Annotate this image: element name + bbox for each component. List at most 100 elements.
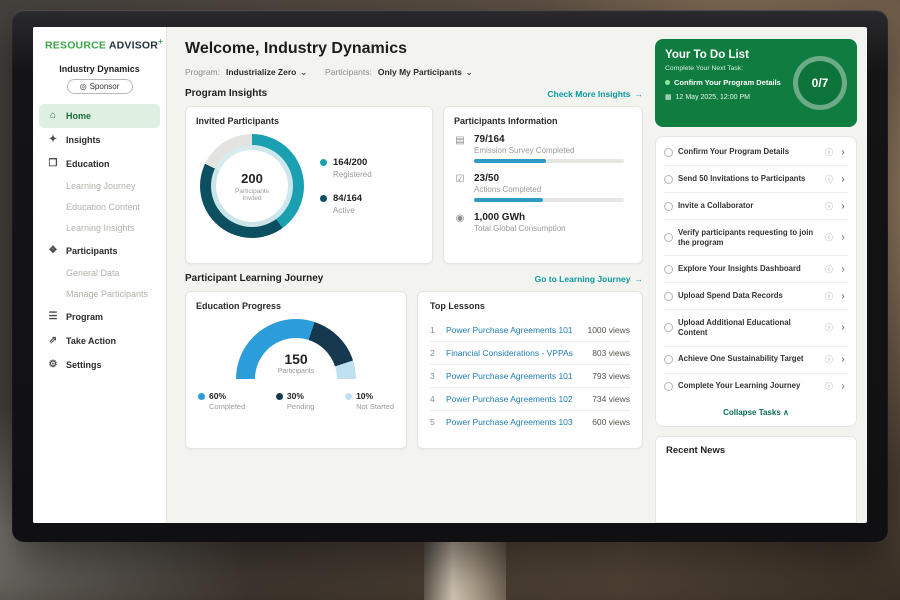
completed-dot-icon — [198, 393, 205, 400]
chevron-right-icon[interactable]: › — [838, 201, 848, 212]
chevron-right-icon[interactable]: › — [838, 354, 848, 365]
recent-news-card: Recent News — [655, 436, 857, 524]
info-icon: ⓘ — [825, 147, 833, 158]
actions-progress-bar — [474, 198, 624, 202]
legend-pending: 30%Pending — [276, 391, 315, 411]
task-checkbox[interactable] — [664, 265, 673, 274]
card-title: Top Lessons — [430, 301, 630, 311]
org-name: Industry Dynamics — [33, 64, 166, 74]
registered-dot-icon — [320, 159, 327, 166]
sponsor-badge-label: Sponsor — [90, 82, 120, 91]
lesson-link[interactable]: Power Purchase Agreements 103 — [446, 417, 584, 427]
legend-completed: 60%Completed — [198, 391, 245, 411]
card-title: Invited Participants — [196, 116, 422, 126]
go-to-learning-journey-link[interactable]: Go to Learning Journey→ — [535, 274, 643, 284]
participants-select[interactable]: Only My Participants⌄ — [378, 67, 473, 77]
info-icon: ⓘ — [825, 354, 833, 365]
sidebar-item-participants[interactable]: ❖Participants — [33, 239, 166, 263]
task-row[interactable]: Achieve One Sustainability Targetⓘ› — [664, 347, 848, 374]
take-action-icon: ⇗ — [47, 335, 59, 346]
chevron-right-icon[interactable]: › — [838, 174, 848, 185]
info-row-consumption: ◉ 1,000 GWh Total Global Consumption — [454, 212, 632, 237]
lesson-link[interactable]: Financial Considerations - VPPAs — [446, 348, 584, 358]
sidebar-item-program[interactable]: ☰Program — [33, 305, 166, 329]
task-row[interactable]: Complete Your Learning Journeyⓘ› — [664, 374, 848, 400]
task-row[interactable]: Send 50 Invitations to Participantsⓘ› — [664, 166, 848, 193]
check-more-insights-link[interactable]: Check More Insights→ — [547, 89, 643, 99]
collapse-tasks-button[interactable]: Collapse Tasks ∧ — [664, 400, 848, 424]
brand-primary: RESOURCE — [45, 40, 106, 52]
sidebar-item-take-action[interactable]: ⇗Take Action — [33, 329, 166, 353]
chevron-right-icon[interactable]: › — [838, 322, 848, 333]
legend-registered: 164/200Registered — [320, 157, 372, 179]
invited-participants-card: Invited Participants 200 Participants In… — [185, 106, 433, 264]
program-select[interactable]: Industrialize Zero⌄ — [226, 67, 307, 77]
calendar-icon: ▦ — [665, 93, 672, 101]
task-checkbox[interactable] — [664, 148, 673, 157]
lesson-link[interactable]: Power Purchase Agreements 102 — [446, 394, 584, 404]
brand-secondary: ADVISOR — [109, 40, 158, 52]
lesson-link[interactable]: Power Purchase Agreements 101 — [446, 371, 584, 381]
lesson-row: 1 Power Purchase Agreements 101 1000 vie… — [430, 319, 630, 342]
info-icon: ⓘ — [825, 322, 833, 333]
chevron-right-icon[interactable]: › — [838, 291, 848, 302]
participants-icon: ❖ — [47, 245, 59, 256]
sidebar-item-learning-insights[interactable]: Learning Insights — [33, 218, 166, 239]
task-row[interactable]: Upload Additional Educational Contentⓘ› — [664, 310, 848, 346]
lesson-row: 2 Financial Considerations - VPPAs 803 v… — [430, 342, 630, 365]
lesson-link[interactable]: Power Purchase Agreements 101 — [446, 325, 579, 335]
brand-plus: + — [158, 37, 163, 46]
task-checkbox[interactable] — [664, 355, 673, 364]
app-window: RESOURCE ADVISOR+ Industry Dynamics ◎ Sp… — [33, 27, 867, 523]
task-row[interactable]: Verify participants requesting to join t… — [664, 220, 848, 256]
todo-progress-ring: 0/7 — [793, 56, 847, 110]
sidebar-item-education-content[interactable]: Education Content — [33, 197, 166, 218]
section-title-learning-journey: Participant Learning Journey — [185, 273, 323, 284]
main-content: Welcome, Industry Dynamics Program: Indu… — [167, 27, 655, 523]
info-icon: ⓘ — [825, 381, 833, 392]
arrow-right-icon: → — [635, 89, 644, 99]
task-checkbox[interactable] — [664, 233, 673, 242]
sidebar-item-settings[interactable]: ⚙Settings — [33, 353, 166, 377]
sidebar-item-manage-participants[interactable]: Manage Participants — [33, 284, 166, 305]
chevron-right-icon[interactable]: › — [838, 147, 848, 158]
next-task: Confirm Your Program Details — [665, 78, 791, 87]
lesson-row: 3 Power Purchase Agreements 101 793 view… — [430, 365, 630, 388]
task-row[interactable]: Confirm Your Program Detailsⓘ› — [664, 139, 848, 166]
home-icon: ⌂ — [47, 110, 59, 121]
lesson-row: 4 Power Purchase Agreements 102 734 view… — [430, 388, 630, 411]
monitor-bezel: RESOURCE ADVISOR+ Industry Dynamics ◎ Sp… — [12, 10, 888, 542]
sidebar-item-education[interactable]: ❒Education — [33, 152, 166, 176]
not-started-dot-icon — [345, 393, 352, 400]
legend-not-started: 10%Not Started — [345, 391, 394, 411]
chevron-right-icon[interactable]: › — [838, 232, 848, 243]
todo-task-list: Confirm Your Program Detailsⓘ› Send 50 I… — [655, 136, 857, 427]
task-checkbox[interactable] — [664, 323, 673, 332]
participants-filter-label: Participants: — [325, 67, 372, 77]
legend-active: 84/164Active — [320, 193, 372, 215]
task-row[interactable]: Upload Spend Data Recordsⓘ› — [664, 283, 848, 310]
sidebar-item-learning-journey[interactable]: Learning Journey — [33, 176, 166, 197]
chevron-right-icon[interactable]: › — [838, 381, 848, 392]
chevron-right-icon[interactable]: › — [838, 264, 848, 275]
sponsor-badge: ◎ Sponsor — [67, 79, 133, 94]
info-icon: ⓘ — [825, 174, 833, 185]
sidebar-item-general-data[interactable]: General Data — [33, 263, 166, 284]
task-checkbox[interactable] — [664, 382, 673, 391]
task-checkbox[interactable] — [664, 202, 673, 211]
photo-background: RESOURCE ADVISOR+ Industry Dynamics ◎ Sp… — [0, 0, 900, 600]
arrow-right-icon: → — [635, 274, 644, 284]
task-row[interactable]: Explore Your Insights Dashboardⓘ› — [664, 256, 848, 283]
chevron-down-icon: ⌄ — [466, 68, 473, 77]
sidebar: RESOURCE ADVISOR+ Industry Dynamics ◎ Sp… — [33, 27, 167, 523]
sidebar-item-home[interactable]: ⌂Home — [39, 104, 160, 128]
sidebar-item-insights[interactable]: ✦Insights — [33, 128, 166, 152]
task-checkbox[interactable] — [664, 175, 673, 184]
card-title: Education Progress — [196, 301, 396, 311]
active-dot-icon — [320, 195, 327, 202]
task-row[interactable]: Invite a Collaboratorⓘ› — [664, 193, 848, 220]
survey-icon: ▤ — [454, 135, 466, 163]
education-progress-card: Education Progress 150 Participants — [185, 291, 407, 449]
task-checkbox[interactable] — [664, 292, 673, 301]
info-icon: ⓘ — [825, 201, 833, 212]
